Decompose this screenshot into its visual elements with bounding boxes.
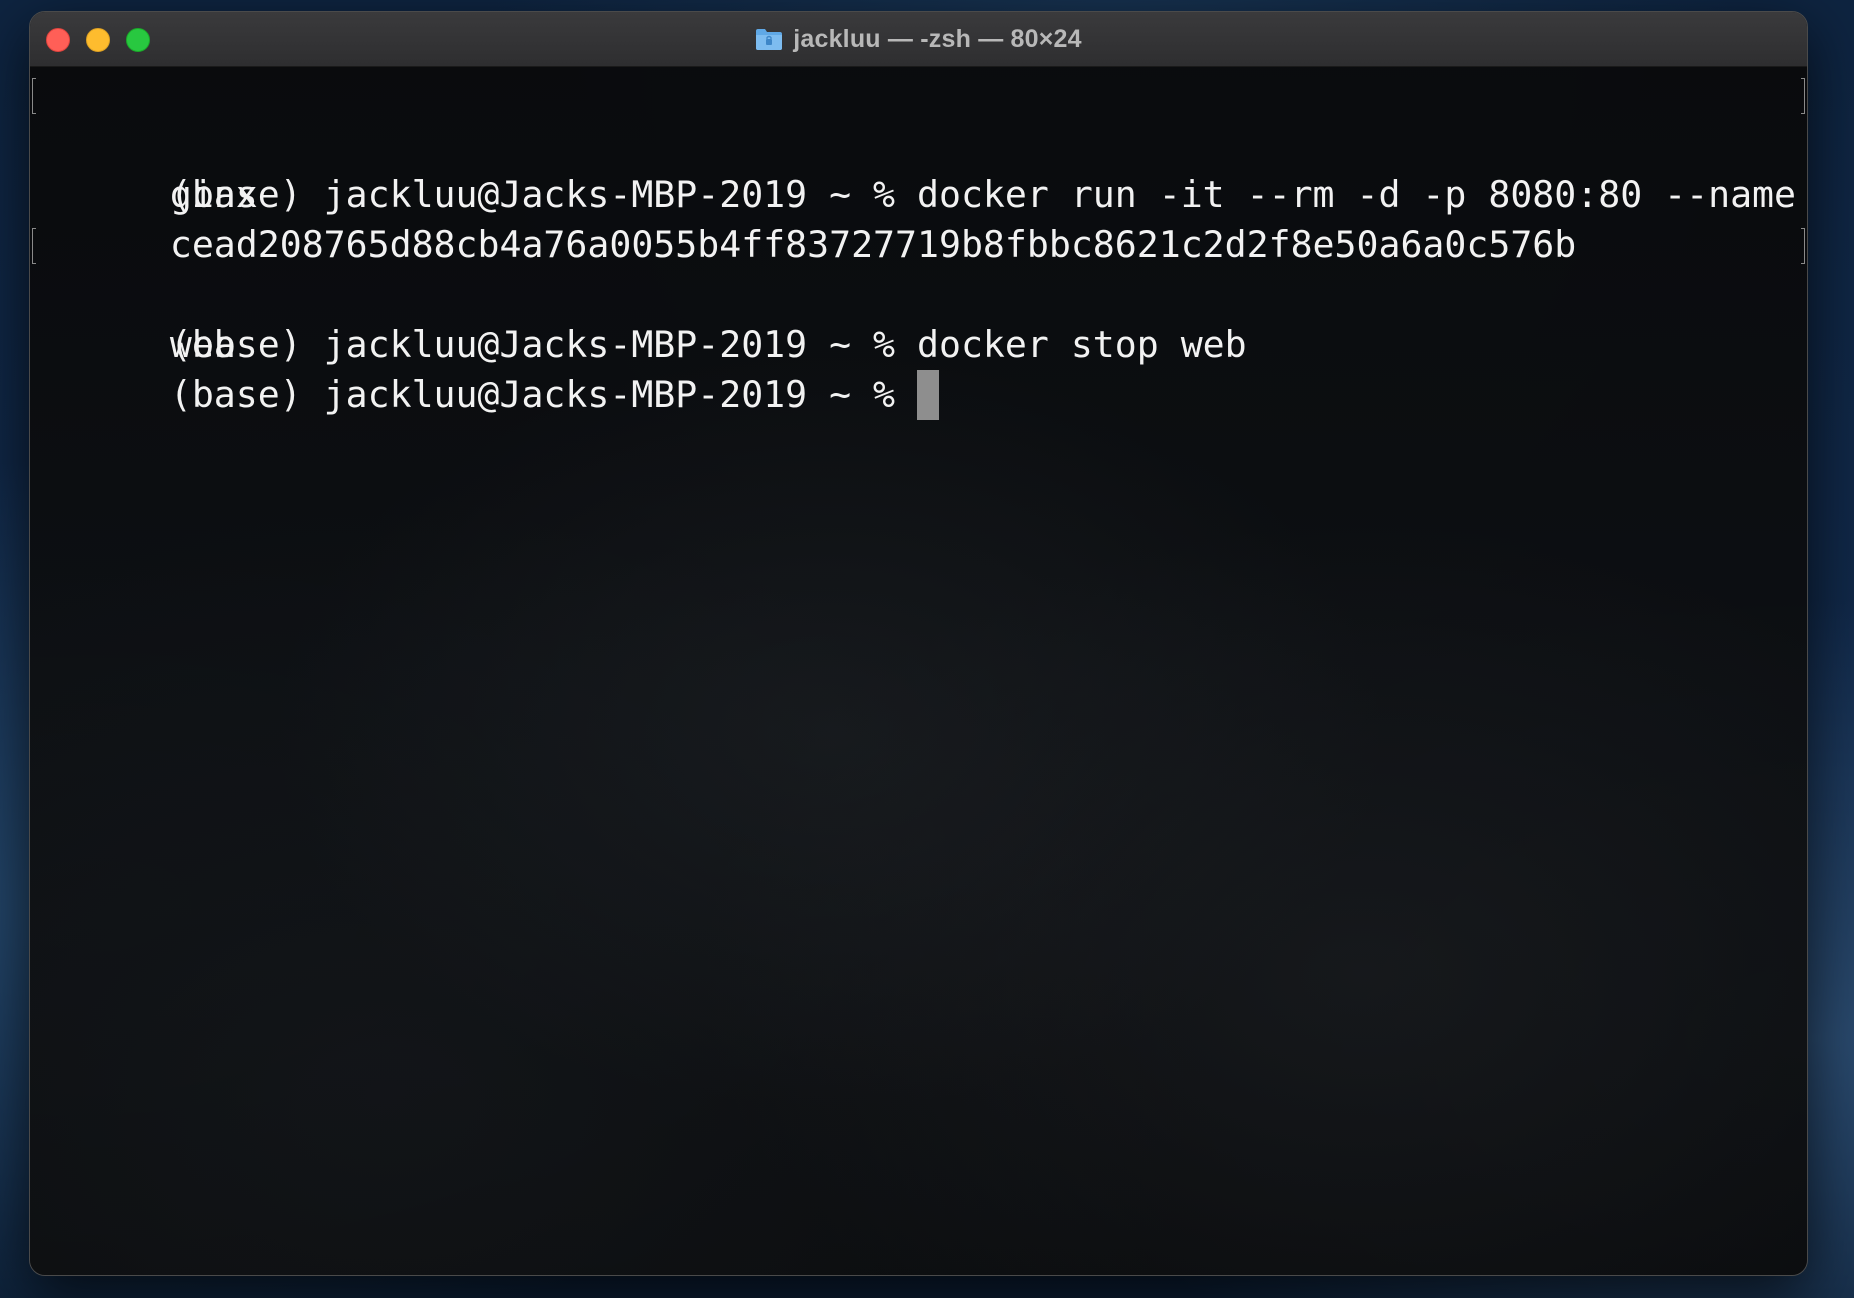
terminal-line: (base) jackluu@Jacks-MBP-2019 ~ % docker… (32, 220, 1805, 366)
text-cursor (917, 370, 940, 420)
window-title: jackluu — -zsh — 80×24 (793, 24, 1082, 53)
terminal-line: ginx (38, 120, 1799, 216)
command-mark-end (1801, 228, 1805, 264)
title-bar[interactable]: jackluu — -zsh — 80×24 (30, 12, 1807, 67)
folder-icon (755, 27, 783, 51)
terminal-window[interactable]: jackluu — -zsh — 80×24 (base) jackluu@Ja… (29, 11, 1808, 1276)
terminal-output[interactable]: (base) jackluu@Jacks-MBP-2019 ~ % docker… (32, 70, 1805, 420)
command-mark-end (1801, 78, 1805, 114)
terminal-line: cead208765d88cb4a76a0055b4ff83727719b8fb… (38, 170, 1799, 266)
terminal-line: (base) jackluu@Jacks-MBP-2019 ~ % docker… (32, 70, 1805, 216)
command-mark (32, 78, 36, 114)
terminal-prompt-line[interactable]: (base) jackluu@Jacks-MBP-2019 ~ % (38, 320, 1799, 420)
command-mark (32, 228, 36, 264)
terminal-prompt: (base) jackluu@Jacks-MBP-2019 ~ % (169, 373, 918, 416)
title-container: jackluu — -zsh — 80×24 (30, 12, 1807, 66)
terminal-line: web (38, 270, 1799, 366)
